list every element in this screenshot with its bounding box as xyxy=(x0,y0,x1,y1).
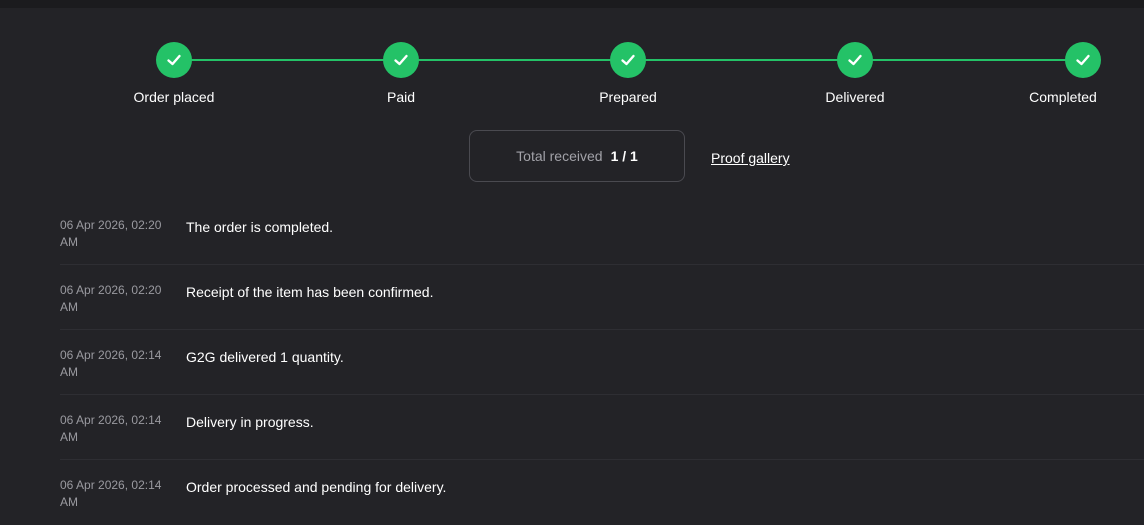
log-timestamp: 06 Apr 2026, 02:14 AM xyxy=(60,348,162,379)
check-icon xyxy=(165,51,183,69)
step-paid-node xyxy=(383,42,419,78)
log-message: Receipt of the item has been confirmed. xyxy=(186,284,434,300)
total-received-label: Total received xyxy=(516,148,603,164)
step-prepared-label: Prepared xyxy=(599,89,657,105)
log-timestamp: 06 Apr 2026, 02:14 AM xyxy=(60,478,162,509)
step-paid-label: Paid xyxy=(386,89,416,105)
log-message: Delivery in progress. xyxy=(186,414,314,430)
log-message: The order is completed. xyxy=(186,219,334,235)
order-progress-stepper: Order placed Paid Prepared Delivered Com… xyxy=(0,0,1144,120)
log-message: Order processed and pending for delivery… xyxy=(186,479,447,495)
step-order-placed-node xyxy=(156,42,192,78)
log-entry: 06 Apr 2026, 02:14 AM Delivery in progre… xyxy=(60,395,1144,460)
log-entry: 06 Apr 2026, 02:14 AM G2G delivered 1 qu… xyxy=(60,330,1144,395)
check-icon xyxy=(1074,51,1092,69)
log-message: G2G delivered 1 quantity. xyxy=(186,349,344,365)
log-timestamp: 06 Apr 2026, 02:20 AM xyxy=(60,218,162,249)
step-order-placed-label: Order placed xyxy=(133,89,215,105)
step-delivered-node xyxy=(837,42,873,78)
order-history-log: 06 Apr 2026, 02:20 AM The order is compl… xyxy=(60,200,1144,525)
log-entry: 06 Apr 2026, 02:20 AM The order is compl… xyxy=(60,200,1144,265)
step-delivered-label: Delivered xyxy=(825,89,885,105)
check-icon xyxy=(846,51,864,69)
step-completed-label: Completed xyxy=(1029,89,1097,105)
log-timestamp: 06 Apr 2026, 02:14 AM xyxy=(60,413,162,444)
log-entry: 06 Apr 2026, 02:20 AM Receipt of the ite… xyxy=(60,265,1144,330)
step-prepared-node xyxy=(610,42,646,78)
check-icon xyxy=(619,51,637,69)
log-timestamp: 06 Apr 2026, 02:20 AM xyxy=(60,283,162,314)
proof-gallery-link[interactable]: Proof gallery xyxy=(711,149,790,167)
log-entry: 06 Apr 2026, 02:14 AM Order processed an… xyxy=(60,460,1144,525)
total-received-value: 1 / 1 xyxy=(610,148,638,164)
check-icon xyxy=(392,51,410,69)
step-completed-node xyxy=(1065,42,1101,78)
total-received-box: Total received 1 / 1 xyxy=(469,130,685,182)
